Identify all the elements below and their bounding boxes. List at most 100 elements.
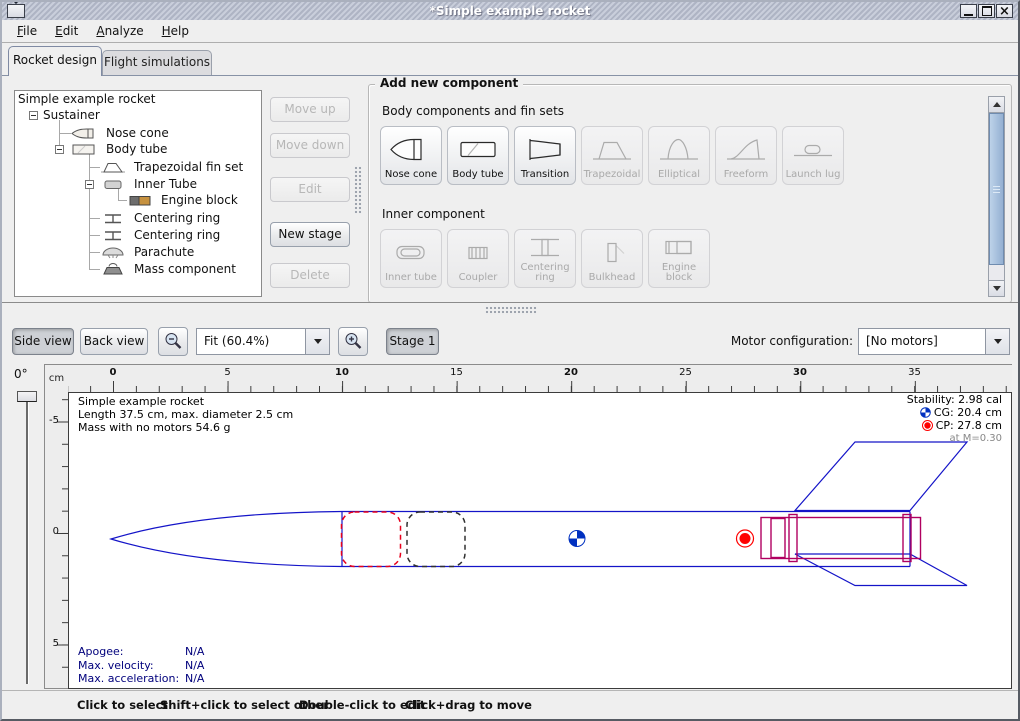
tree-row-centering-ring-1[interactable]: Centering ring bbox=[15, 210, 261, 227]
inner-tube-icon bbox=[100, 178, 126, 191]
bulkhead-icon bbox=[590, 232, 634, 273]
freeform-fin-icon bbox=[724, 129, 768, 170]
tree-label: Body tube bbox=[106, 142, 167, 156]
back-view-button[interactable]: Back view bbox=[80, 328, 148, 355]
tab-flight-simulations[interactable]: Flight simulations bbox=[102, 50, 212, 75]
add-coupler-button[interactable]: Coupler bbox=[447, 229, 509, 288]
zoom-out-button[interactable] bbox=[158, 327, 188, 356]
tree-expand-toggle-body-tube[interactable] bbox=[55, 145, 64, 154]
parachute-outline bbox=[342, 512, 401, 567]
menu-analyze[interactable]: Analyze bbox=[87, 22, 152, 40]
tree-label: Parachute bbox=[134, 245, 194, 259]
add-centering-ring-button[interactable]: Centering ring bbox=[514, 229, 576, 288]
scroll-down-button[interactable] bbox=[989, 280, 1004, 296]
tree-row-nose-cone[interactable]: Nose cone bbox=[15, 125, 261, 142]
add-inner-tube-button[interactable]: Inner tube bbox=[380, 229, 442, 288]
max-velocity-value: N/A bbox=[185, 659, 204, 672]
status-bar: Click to select Shift+click to select ot… bbox=[2, 690, 1018, 720]
stability-info: Stability: 2.98 cal CG: 20.4 cm CP: 27.8… bbox=[907, 393, 1002, 445]
tab-panel-border bbox=[2, 75, 1018, 76]
tree-row-engine-block[interactable]: Engine block bbox=[15, 192, 261, 209]
apogee-label: Apogee: bbox=[78, 645, 185, 659]
elliptical-fin-icon bbox=[657, 129, 701, 170]
cg-value: CG: 20.4 cm bbox=[934, 406, 1002, 419]
tree-row-rocket[interactable]: Simple example rocket bbox=[15, 91, 261, 108]
zoom-in-button[interactable] bbox=[338, 327, 368, 356]
zoom-level-select[interactable]: Fit (60.4%) bbox=[196, 328, 330, 355]
rotation-slider-handle[interactable] bbox=[17, 391, 37, 402]
add-freeform-fin-button[interactable]: Freeform bbox=[715, 126, 777, 185]
component-scrollbar[interactable] bbox=[988, 96, 1005, 297]
close-button[interactable]: × bbox=[996, 4, 1013, 18]
move-down-button[interactable]: Move down bbox=[270, 133, 350, 158]
rotation-slider-track[interactable] bbox=[26, 396, 29, 684]
minimize-button[interactable] bbox=[960, 4, 977, 18]
delete-button[interactable]: Delete bbox=[270, 263, 350, 288]
add-body-tube-button[interactable]: Body tube bbox=[447, 126, 509, 185]
mach-note: at M=0.30 bbox=[907, 432, 1002, 445]
add-launch-lug-button[interactable]: Launch lug bbox=[782, 126, 844, 185]
chevron-down-icon bbox=[994, 339, 1002, 344]
move-up-button[interactable]: Move up bbox=[270, 97, 350, 122]
tree-label: Centering ring bbox=[134, 228, 220, 242]
add-elliptical-fin-button[interactable]: Elliptical bbox=[648, 126, 710, 185]
tree-row-parachute[interactable]: Parachute bbox=[15, 244, 261, 261]
add-bulkhead-button[interactable]: Bulkhead bbox=[581, 229, 643, 288]
trapezoidal-fin-icon bbox=[590, 129, 634, 170]
motor-configuration-value: [No motors] bbox=[859, 329, 985, 354]
motor-configuration-select[interactable]: [No motors] bbox=[858, 328, 1010, 355]
tree-row-sustainer[interactable]: Sustainer bbox=[15, 107, 261, 124]
tree-expand-toggle-sustainer[interactable] bbox=[29, 111, 38, 120]
top-fin bbox=[795, 442, 967, 511]
menu-help[interactable]: Help bbox=[153, 22, 198, 40]
menu-edit[interactable]: Edit bbox=[46, 22, 87, 40]
nose-cone-icon bbox=[389, 129, 433, 170]
vertical-ruler: -5 0 5 bbox=[44, 392, 68, 689]
vertical-splitter[interactable] bbox=[354, 166, 362, 214]
minimize-icon bbox=[964, 11, 973, 16]
horizontal-splitter[interactable] bbox=[485, 306, 537, 315]
body-tube-icon bbox=[456, 129, 500, 170]
body-components-label: Body components and fin sets bbox=[382, 104, 564, 118]
add-engine-block-button[interactable]: Engine block bbox=[648, 229, 710, 288]
tree-row-body-tube[interactable]: Body tube bbox=[15, 141, 261, 158]
scroll-up-button[interactable] bbox=[989, 97, 1004, 113]
rotation-angle-label: 0° bbox=[14, 367, 28, 381]
tree-row-mass-component[interactable]: Mass component bbox=[15, 261, 261, 278]
menu-file[interactable]: File bbox=[8, 22, 46, 40]
side-view-button[interactable]: Side view bbox=[12, 328, 74, 355]
add-nose-cone-button[interactable]: Nose cone bbox=[380, 126, 442, 185]
maximize-button[interactable] bbox=[978, 4, 995, 18]
centering-ring-icon bbox=[100, 229, 126, 242]
menu-bar: File Edit Analyze Help bbox=[2, 20, 1018, 43]
tree-label: Simple example rocket bbox=[18, 92, 155, 106]
max-acceleration-label: Max. acceleration: bbox=[78, 672, 185, 686]
tree-row-fin-set[interactable]: Trapezoidal fin set bbox=[15, 159, 261, 176]
add-transition-button[interactable]: Transition bbox=[514, 126, 576, 185]
tree-expand-toggle-inner-tube[interactable] bbox=[85, 180, 94, 189]
combo-arrow-button[interactable] bbox=[985, 329, 1009, 354]
add-trapezoidal-fin-button[interactable]: Trapezoidal bbox=[581, 126, 643, 185]
trapezoidal-fin-icon bbox=[100, 161, 126, 174]
centering-ring-icon bbox=[523, 232, 567, 263]
rocket-info: Simple example rocket Length 37.5 cm, ma… bbox=[78, 395, 293, 434]
title-bar[interactable]: *Simple example rocket × bbox=[2, 2, 1018, 21]
engine-block-outline bbox=[771, 519, 785, 558]
scrollbar-thumb[interactable] bbox=[989, 113, 1004, 265]
combo-arrow-button[interactable] bbox=[305, 329, 329, 354]
rocket-name: Simple example rocket bbox=[78, 395, 293, 408]
tree-label: Engine block bbox=[161, 193, 238, 207]
tab-rocket-design[interactable]: Rocket design bbox=[8, 46, 102, 76]
edit-button[interactable]: Edit bbox=[270, 177, 350, 202]
rocket-drawing[interactable] bbox=[68, 392, 1012, 689]
transition-icon bbox=[523, 129, 567, 170]
stability-value: Stability: 2.98 cal bbox=[907, 393, 1002, 406]
window-menu-button[interactable] bbox=[7, 4, 25, 18]
close-icon: × bbox=[999, 6, 1010, 17]
tree-row-inner-tube[interactable]: Inner Tube bbox=[15, 176, 261, 193]
tree-row-centering-ring-2[interactable]: Centering ring bbox=[15, 227, 261, 244]
cp-marker-icon bbox=[737, 530, 754, 547]
stage-1-toggle[interactable]: Stage 1 bbox=[386, 328, 439, 355]
horizontal-ruler: 0 5 10 15 20 25 30 35 bbox=[68, 364, 1012, 392]
new-stage-button[interactable]: New stage bbox=[270, 222, 350, 247]
